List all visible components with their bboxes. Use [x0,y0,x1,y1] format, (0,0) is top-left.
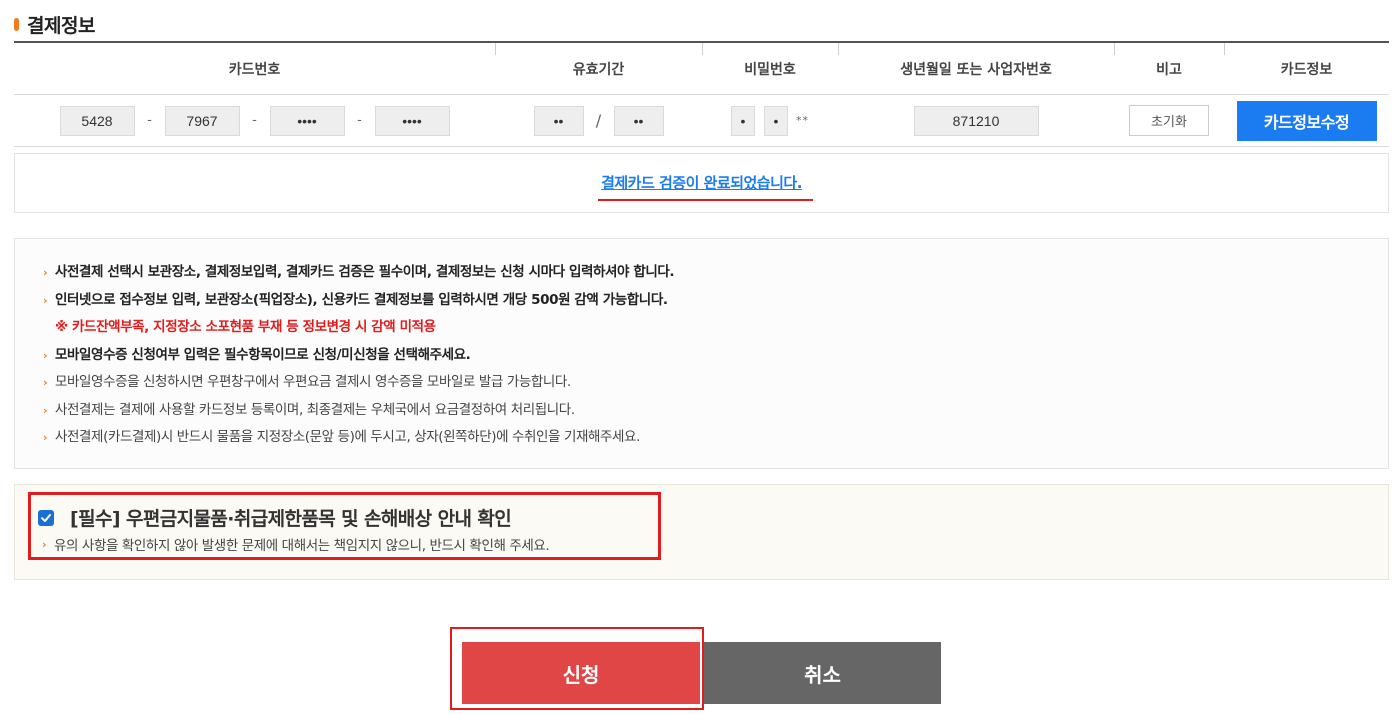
reset-button[interactable]: 초기화 [1129,105,1209,136]
notice-text: 모바일영수증 신청여부 입력은 필수항목이므로 신청/미신청을 선택해주세요. [55,346,471,363]
card-number-separator: - [147,113,152,128]
card-number-field-3[interactable]: •••• [269,105,345,136]
header-expiry: 유효기간 [495,43,702,94]
consent-description: › 유의 사항을 확인하지 않아 발생한 문제에 대해서는 책임지지 않으니, … [42,534,550,555]
edit-card-info-button[interactable]: 카드정보수정 [1236,100,1377,141]
notice-item: › 사전결제는 결제에 사용할 카드정보 등록이며, 최종결제는 우체국에서 요… [43,397,1388,425]
card-number-field-4[interactable]: •••• [374,105,450,136]
notice-item: › 사전결제(카드결제)시 반드시 물품을 지정장소(문앞 등)에 두시고, 상… [43,424,1388,452]
verification-box: 결제카드 검증이 완료되었습니다. [14,153,1389,213]
notice-text: 인터넷으로 접수정보 입력, 보관장소(픽업장소), 신용카드 결제정보를 입력… [55,291,668,308]
chevron-right-icon: › [43,403,48,417]
notice-item: › 모바일영수증 신청여부 입력은 필수항목이므로 신청/미신청을 선택해주세요… [43,342,1388,370]
header-card-info: 카드정보 [1224,43,1389,94]
verification-message: 결제카드 검증이 완료되었습니다. [598,172,813,201]
notice-item: › 사전결제 선택시 보관장소, 결제정보입력, 결제카드 검증은 필수이며, … [43,259,1388,287]
notice-box: › 사전결제 선택시 보관장소, 결제정보입력, 결제카드 검증은 필수이며, … [14,238,1389,469]
password-digit-2-field[interactable]: • [764,105,788,136]
expiry-cell: •• / •• [495,95,702,146]
header-note: 비고 [1114,43,1224,94]
cancel-button[interactable]: 취소 [704,642,941,704]
consent-description-text: 유의 사항을 확인하지 않아 발생한 문제에 대해서는 책임지지 않으니, 반드… [54,538,550,554]
password-masked-suffix: ** [796,114,809,127]
expiry-separator: / [595,111,602,130]
section-marker-icon [14,17,19,31]
notice-text: 사전결제는 결제에 사용할 카드정보 등록이며, 최종결제는 우체국에서 요금결… [55,401,575,418]
consent-row: [필수] 우편금지물품·취급제한품목 및 손해배상 안내 확인 [38,504,512,531]
password-digit-1-field[interactable]: • [731,105,755,136]
consent-checkbox[interactable] [38,509,54,526]
expiry-year-field[interactable]: •• [613,105,664,136]
card-number-separator: - [357,113,362,128]
notice-text: 사전결제 선택시 보관장소, 결제정보입력, 결제카드 검증은 필수이며, 결제… [55,264,675,280]
table-header-row: 카드번호 유효기간 비밀번호 생년월일 또는 사업자번호 비고 카드정보 [14,43,1389,95]
chevron-right-icon: › [43,348,48,362]
card-number-field-2[interactable]: 7967 [164,105,240,136]
notice-item: › 모바일영수증을 신청하시면 우편창구에서 우편요금 결제시 영수증을 모바일… [43,369,1388,397]
apply-button[interactable]: 신청 [462,642,700,704]
chevron-right-icon: › [42,537,47,551]
expiry-month-field[interactable]: •• [533,105,584,136]
chevron-right-icon: › [43,376,48,389]
consent-title[interactable]: [필수] 우편금지물품·취급제한품목 및 손해배상 안내 확인 [70,504,512,531]
chevron-right-icon: › [43,266,48,279]
card-number-separator: - [252,113,257,128]
payment-info-table: 카드번호 유효기간 비밀번호 생년월일 또는 사업자번호 비고 카드정보 542… [14,41,1389,147]
chevron-right-icon: › [43,431,48,444]
notice-warning-text: ※ 카드잔액부족, 지정장소 소포현품 부재 등 정보변경 시 감액 미적용 [55,319,436,335]
section-title: 결제정보 [27,14,95,37]
birth-or-biz-cell: 871210 [838,95,1114,146]
password-cell: • • ** [702,95,838,146]
section-header: 결제정보 [14,8,95,40]
birth-or-biz-field[interactable]: 871210 [913,105,1039,136]
notice-text: 사전결제(카드결제)시 반드시 물품을 지정장소(문앞 등)에 두시고, 상자(… [55,429,640,445]
note-cell: 초기화 [1114,95,1224,146]
notice-warning: ※ 카드잔액부족, 지정장소 소포현품 부재 등 정보변경 시 감액 미적용 [43,314,1388,342]
header-birth-or-biz: 생년월일 또는 사업자번호 [838,43,1114,94]
card-number-cell: 5428 - 7967 - •••• - •••• [14,95,495,146]
header-card-number: 카드번호 [228,61,281,78]
notice-item: › 인터넷으로 접수정보 입력, 보관장소(픽업장소), 신용카드 결제정보를 … [43,287,1388,315]
notice-text: 모바일영수증을 신청하시면 우편창구에서 우편요금 결제시 영수증을 모바일로 … [55,374,571,390]
header-password: 비밀번호 [702,43,838,94]
table-input-row: 5428 - 7967 - •••• - •••• •• / •• • • **… [14,95,1389,147]
checkmark-icon [41,513,51,522]
card-info-cell: 카드정보수정 [1224,95,1389,146]
card-number-field-1[interactable]: 5428 [59,105,135,136]
chevron-right-icon: › [43,293,48,307]
